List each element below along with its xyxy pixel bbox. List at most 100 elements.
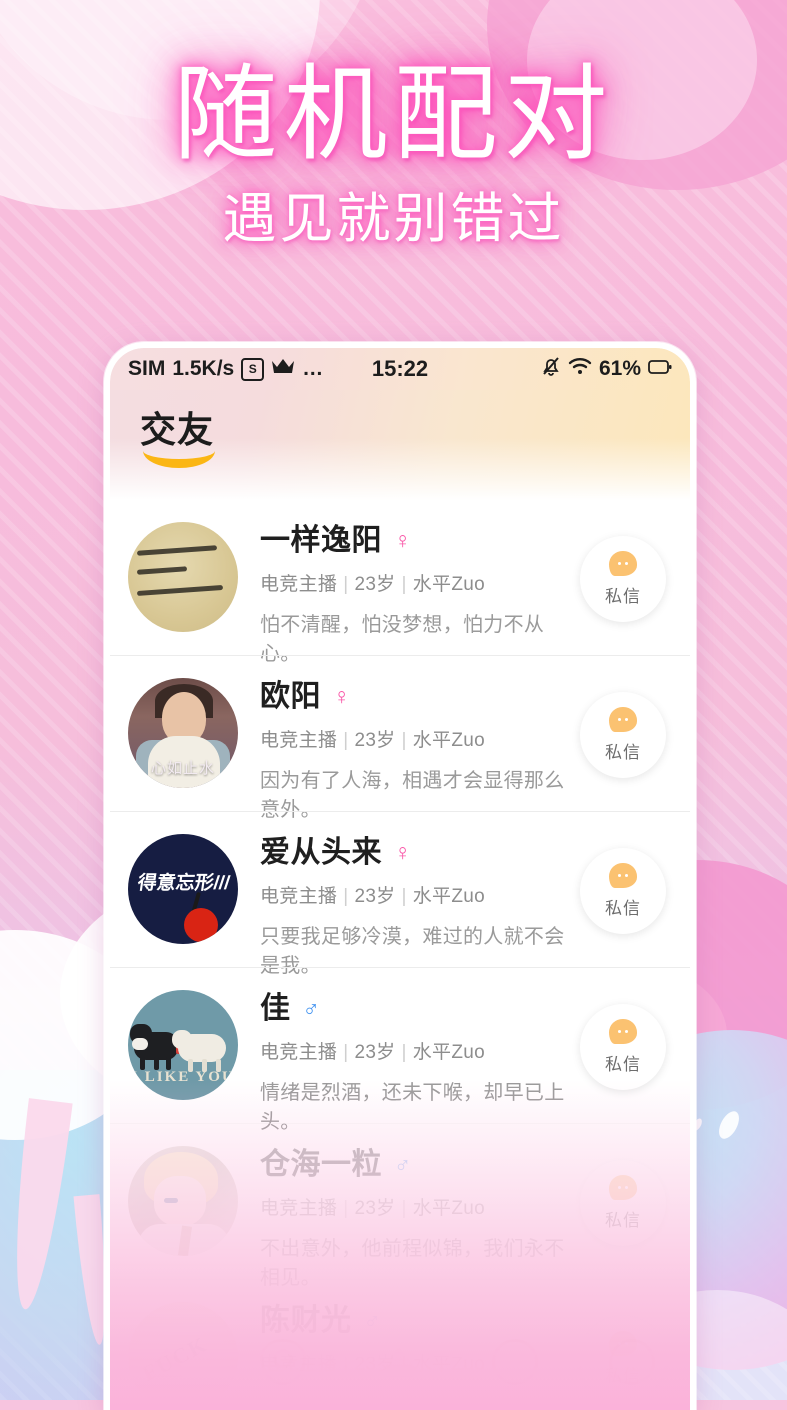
user-meta: 电竞主播 | 23岁 | 水平Zuo [260,574,485,595]
user-info: 佳 ♂ 电竞主播 | 23岁 | 水平Zuo 情绪是烈酒，还未下喉，却早已上头。 [238,990,580,1134]
network-speed-label: 1.5K/s [172,357,235,380]
user-occupation: 电竞主播 [260,574,338,595]
discover-nav-icon[interactable] [376,1347,421,1377]
more-dots-icon: … [302,357,324,380]
avatar-handwriting-art [136,545,230,608]
gender-female-icon: ♀ [394,839,412,865]
user-name: 佳 [260,992,291,1025]
user-occupation: 电竞主播 [260,886,338,907]
status-bar-right: 61% [541,356,672,383]
hero-subtitle: 遇见就别错过 [222,187,565,250]
table-row[interactable]: 心如止水 欧阳 ♀ 电竞主播 | 23岁 | 水平Zuo 因为有了人海，相遇才会显得那么… [110,655,690,821]
status-bar: SIM 1.5K/s S … 15:22 61% [110,348,690,390]
phone-mockup: SIM 1.5K/s S … 15:22 61% 交友 一样逸阳 ♀ 电竞主播 … [104,342,696,1410]
user-level: 水平Zuo [412,730,485,751]
avatar-caption: I LIKE YOU [131,1069,235,1085]
user-name: 仓海一粒 [260,1148,382,1181]
hero-title: 随机配对 [173,53,614,175]
user-meta: 电竞主播 | 23岁 | 水平Zuo [260,730,485,751]
user-occupation: 电竞主播 [260,730,338,751]
profile-nav-icon[interactable] [608,1339,655,1385]
user-info: 欧阳 ♀ 电竞主播 | 23岁 | 水平Zuo 因为有了人海，相遇才会显得那么意外。 [238,678,580,822]
avatar[interactable] [128,522,238,632]
avatar-caption: 得意忘形/// [136,873,232,894]
user-level: 水平Zuo [412,1198,485,1219]
location-nav-icon[interactable] [260,1339,307,1385]
user-occupation: 电竞主播 [260,1042,338,1063]
crown-icon [271,357,295,381]
avatar[interactable]: 得意忘形/// [128,834,238,944]
user-meta: 电竞主播 | 23岁 | 水平Zuo [260,1042,485,1063]
user-age: 23岁 [354,1042,396,1063]
user-name-line: 佳 ♂ [260,992,580,1025]
private-message-button[interactable]: 私信 [580,536,666,622]
user-name: 爱从头来 [260,836,382,869]
private-message-button[interactable]: 私信 [580,848,666,934]
messages-nav-icon[interactable] [491,1339,538,1385]
user-meta: 电竞主播 | 23岁 | 水平Zuo [260,886,485,907]
bottom-navigation-bar[interactable] [110,1314,690,1410]
user-list[interactable]: 一样逸阳 ♀ 电竞主播 | 23岁 | 水平Zuo 怕不清醒，怕没梦想，怕力不从心。 私… [110,500,690,1410]
avatar-caption: 心如止水 [150,760,215,777]
gender-male-icon: ♂ [394,1151,412,1177]
hero-text-block: 随机配对 遇见就别错过 [0,62,787,246]
battery-icon [648,357,672,381]
user-name-line: 一样逸阳 ♀ [260,524,580,557]
private-message-label: 私信 [605,1055,641,1074]
avatar-art-dog-snout [132,1038,148,1050]
user-name-line: 爱从头来 ♀ [260,836,580,869]
avatar-art-face [154,1176,206,1226]
private-message-button[interactable]: 私信 [580,1160,666,1246]
bell-muted-icon [541,356,561,383]
private-message-button[interactable]: 私信 [580,1004,666,1090]
speech-bubble-icon [609,1175,637,1200]
app-logo: 交友 [140,412,215,468]
avatar[interactable]: 心如止水 [128,678,238,788]
private-message-button[interactable]: 私信 [580,692,666,778]
user-meta: 电竞主播 | 23岁 | 水平Zuo [260,1198,485,1219]
battery-percent-label: 61% [598,357,641,380]
table-row[interactable]: I LIKE YOU 佳 ♂ 电竞主播 | 23岁 | 水平Zuo 情绪是烈酒，还未下喉… [110,967,690,1133]
phone-screen: SIM 1.5K/s S … 15:22 61% 交友 一样逸阳 ♀ 电竞主播 … [110,348,690,1410]
user-level: 水平Zuo [412,574,485,595]
speech-bubble-icon [609,1019,637,1044]
user-info: 一样逸阳 ♀ 电竞主播 | 23岁 | 水平Zuo 怕不清醒，怕没梦想，怕力不从心。 [238,522,580,666]
app-header: 交友 [110,390,690,500]
status-bar-left: SIM 1.5K/s S … [128,357,323,381]
user-age: 23岁 [354,886,396,907]
avatar-art-pig-head [172,1030,192,1049]
table-row[interactable]: 一样逸阳 ♀ 电竞主播 | 23岁 | 水平Zuo 怕不清醒，怕没梦想，怕力不从心。 私… [110,500,690,665]
user-name-line: 欧阳 ♀ [260,680,580,713]
avatar[interactable]: I LIKE YOU [128,990,238,1100]
avatar-art-cherry [184,908,218,942]
user-level: 水平Zuo [412,1042,485,1063]
app-logo-text: 交友 [140,409,215,450]
user-occupation: 电竞主播 [260,1198,338,1219]
table-row[interactable]: 仓海一粒 ♂ 电竞主播 | 23岁 | 水平Zuo 不出意外，他前程似锦，我们永不相见。… [110,1123,690,1289]
private-message-label: 私信 [605,899,641,918]
speech-bubble-icon [609,551,637,576]
carrier-label: SIM [128,357,166,380]
gender-female-icon: ♀ [394,527,412,553]
user-age: 23岁 [354,730,396,751]
speech-bubble-icon [609,863,637,888]
user-level: 水平Zuo [412,886,485,907]
speech-bubble-icon [609,707,637,732]
avatar[interactable] [128,1146,238,1256]
private-message-label: 私信 [605,743,641,762]
private-message-label: 私信 [605,1211,641,1230]
user-info: 爱从头来 ♀ 电竞主播 | 23岁 | 水平Zuo 只要我足够冷漠，难过的人就不会是我。 [238,834,580,978]
user-name-line: 仓海一粒 ♂ [260,1148,580,1181]
home-nav-icon[interactable] [145,1347,190,1377]
gender-female-icon: ♀ [333,683,351,709]
wifi-icon [568,357,592,381]
private-message-label: 私信 [605,587,641,606]
user-name: 一样逸阳 [260,524,382,557]
user-age: 23岁 [354,574,396,595]
table-row[interactable]: 得意忘形/// 爱从头来 ♀ 电竞主播 | 23岁 | 水平Zuo 只要我足够冷漠，难过… [110,811,690,977]
gender-male-icon: ♂ [302,995,320,1021]
avatar-art-eye [164,1198,178,1203]
user-info: 仓海一粒 ♂ 电竞主播 | 23岁 | 水平Zuo 不出意外，他前程似锦，我们永不相见。 [238,1146,580,1290]
s-badge-icon: S [241,357,265,381]
user-name: 欧阳 [260,680,321,713]
